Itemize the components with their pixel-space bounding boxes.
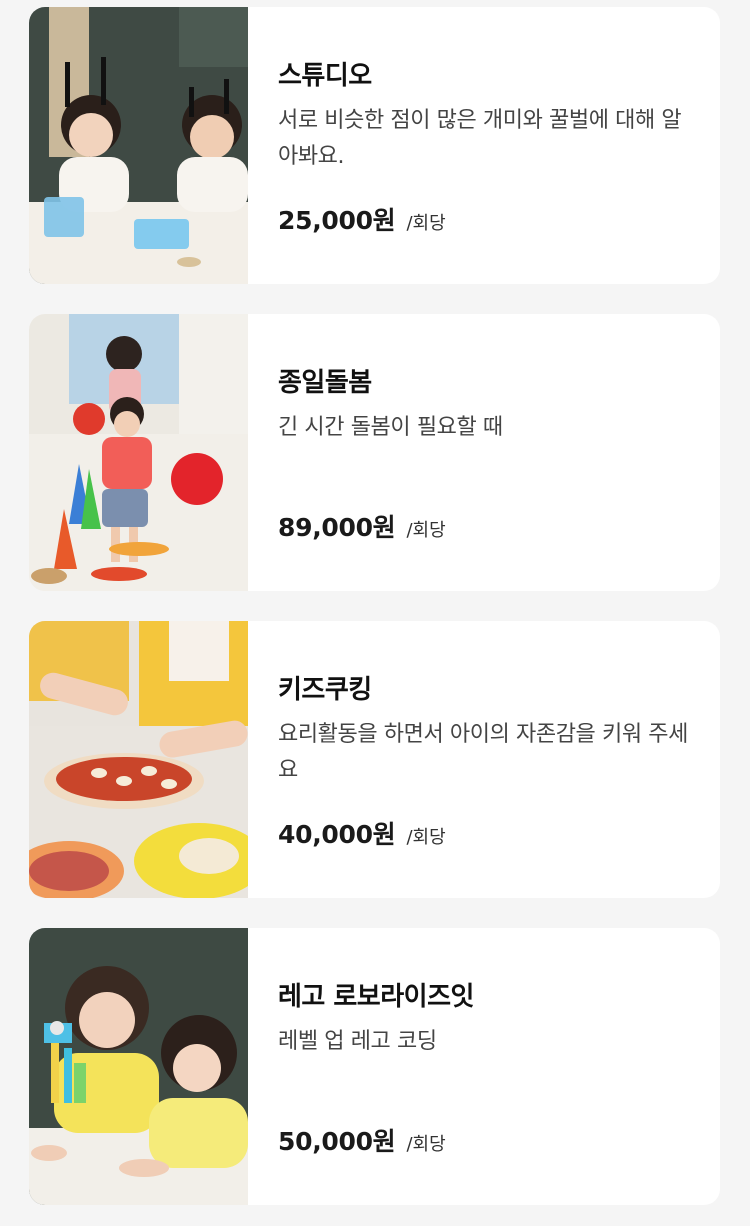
price-row: 50,000원 /회당 [278, 1122, 446, 1158]
program-card[interactable]: 레고 로보라이즈잇 레벨 업 레고 코딩 50,000원 /회당 [29, 928, 720, 1205]
kids-lego-robot-photo [29, 928, 248, 1205]
program-description: 서로 비슷한 점이 많은 개미와 꿀벌에 대해 알아봐요. [278, 108, 682, 169]
toddler-balloon-play-photo [29, 314, 248, 591]
program-title: 스튜디오 [278, 61, 372, 91]
program-info: 종일돌봄 긴 시간 돌봄이 필요할 때 89,000원 /회당 [248, 314, 720, 591]
price-unit: /회당 [406, 213, 446, 234]
program-price: 25,000원 [278, 206, 396, 235]
program-title: 키즈쿠킹 [278, 675, 372, 705]
program-title: 종일돌봄 [278, 368, 372, 398]
program-price: 40,000원 [278, 820, 396, 849]
price-unit: /회당 [406, 520, 446, 541]
program-info: 레고 로보라이즈잇 레벨 업 레고 코딩 50,000원 /회당 [248, 928, 720, 1205]
price-row: 89,000원 /회당 [278, 508, 446, 544]
program-card[interactable]: 스튜디오 서로 비슷한 점이 많은 개미와 꿀벌에 대해 알아봐요. 25,00… [29, 7, 720, 284]
program-card[interactable]: 종일돌봄 긴 시간 돌봄이 필요할 때 89,000원 /회당 [29, 314, 720, 591]
program-thumbnail-lego-robotics [29, 928, 248, 1205]
program-description: 레벨 업 레고 코딩 [278, 1029, 437, 1054]
program-thumbnail-all-day-care [29, 314, 248, 591]
program-description: 긴 시간 돌봄이 필요할 때 [278, 415, 503, 440]
program-info: 스튜디오 서로 비슷한 점이 많은 개미와 꿀벌에 대해 알아봐요. 25,00… [248, 7, 720, 284]
program-title: 레고 로보라이즈잇 [278, 982, 474, 1012]
program-thumbnail-studio [29, 7, 248, 284]
program-description: 요리활동을 하면서 아이의 자존감을 키워 주세요 [278, 722, 688, 783]
program-price: 89,000원 [278, 513, 396, 542]
kids-pizza-cooking-photo [29, 621, 248, 898]
price-unit: /회당 [406, 827, 446, 848]
program-list: 스튜디오 서로 비슷한 점이 많은 개미와 꿀벌에 대해 알아봐요. 25,00… [0, 0, 750, 1226]
price-row: 40,000원 /회당 [278, 815, 446, 851]
kids-ant-science-photo [29, 7, 248, 284]
program-info: 키즈쿠킹 요리활동을 하면서 아이의 자존감을 키워 주세요 40,000원 /… [248, 621, 720, 898]
program-thumbnail-kids-cooking [29, 621, 248, 898]
price-unit: /회당 [406, 1134, 446, 1155]
program-card[interactable]: 키즈쿠킹 요리활동을 하면서 아이의 자존감을 키워 주세요 40,000원 /… [29, 621, 720, 898]
price-row: 25,000원 /회당 [278, 201, 446, 237]
program-price: 50,000원 [278, 1127, 396, 1156]
